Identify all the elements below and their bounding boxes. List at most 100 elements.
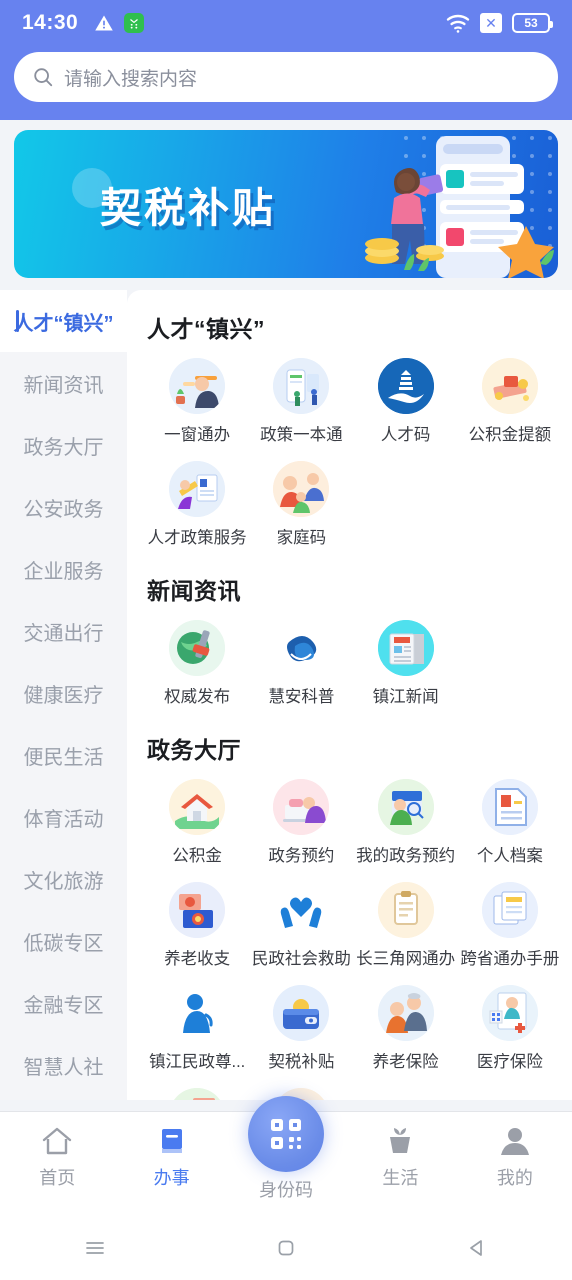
sidebar-item-7[interactable]: 便民生活 <box>0 724 127 786</box>
green-app-icon <box>124 13 145 33</box>
sidebar-item-12[interactable]: 智慧人社 <box>0 1034 127 1096</box>
service-item-label: 一窗通办 <box>164 426 231 444</box>
gov-appointment-icon <box>273 779 330 835</box>
sidebar-item-label: 便民生活 <box>23 746 104 769</box>
service-item[interactable]: 长三角网通办 <box>354 874 458 973</box>
service-item-label: 养老收支 <box>164 950 231 968</box>
sidebar-item-2[interactable]: 政务大厅 <box>0 414 127 476</box>
service-item[interactable]: 政策一本通 <box>249 350 353 449</box>
back-triangle-icon[interactable] <box>381 1235 572 1261</box>
banner-illustration <box>365 136 554 278</box>
personal-file-icon <box>481 779 538 835</box>
service-item[interactable] <box>249 1080 353 1100</box>
service-item-label: 镇江新闻 <box>372 688 439 706</box>
policy-book-icon <box>273 358 330 414</box>
sidebar-item-label: 金融专区 <box>23 994 104 1017</box>
sidebar-item-5[interactable]: 交通出行 <box>0 600 127 662</box>
sidebar-item-label: 政务大厅 <box>23 436 104 459</box>
search-icon <box>34 68 53 87</box>
person-icon <box>498 1124 532 1158</box>
wifi-icon <box>446 14 470 33</box>
sidebar-item-8[interactable]: 体育活动 <box>0 786 127 848</box>
banner-section: 契税补贴 <box>0 120 572 290</box>
tab-4[interactable]: 我的 <box>458 1124 572 1190</box>
sidebar-item-4[interactable]: 企业服务 <box>0 538 127 600</box>
service-item[interactable]: 权威发布 <box>145 612 249 711</box>
sidebar-item-1[interactable]: 新闻资讯 <box>0 352 127 414</box>
service-item[interactable]: 人才码 <box>354 350 458 449</box>
tab-3[interactable]: 生活 <box>343 1124 457 1190</box>
service-item[interactable]: 民政社会救助 <box>249 874 353 973</box>
app-root: 14:30 ✕ 53 请输入搜索内容 契税补贴 人才“镇兴” 新闻资讯 政务大厅… <box>0 0 572 1280</box>
service-item[interactable]: 个人档案 <box>458 771 562 870</box>
promo-banner[interactable]: 契税补贴 <box>14 130 558 278</box>
service-item-label: 公积金 <box>172 847 222 865</box>
recents-icon[interactable] <box>0 1235 191 1261</box>
category-sidebar[interactable]: 人才“镇兴” 新闻资讯政务大厅公安政务企业服务交通出行健康医疗便民生活体育活动文化… <box>0 290 127 1100</box>
service-window-icon <box>169 358 226 414</box>
service-item[interactable]: 我的政务预约 <box>354 771 458 870</box>
sidebar-item-11[interactable]: 金融专区 <box>0 972 127 1034</box>
tab-2[interactable]: 身份码 <box>229 1096 343 1202</box>
pension-income-icon <box>169 882 226 938</box>
service-item[interactable]: 养老保险 <box>354 977 458 1076</box>
sidebar-item-10[interactable]: 低碳专区 <box>0 910 127 972</box>
service-item-label: 民政社会救助 <box>251 950 351 968</box>
service-item[interactable]: 慧安科普 <box>249 612 353 711</box>
service-item[interactable]: 跨省通办手册 <box>458 874 562 973</box>
status-bar: 14:30 ✕ 53 <box>0 0 572 46</box>
service-item-label: 契税补贴 <box>268 1053 335 1071</box>
pension-insurance-icon <box>377 985 434 1041</box>
sidebar-item-label: 文化旅游 <box>23 870 104 893</box>
sidebar-item-label: 智慧人社 <box>23 1056 104 1079</box>
service-item[interactable]: 公积金提额 <box>458 350 562 449</box>
tab-label: 首页 <box>39 1168 76 1188</box>
cross-province-icon <box>481 882 538 938</box>
section-title: 人才“镇兴” <box>147 316 265 342</box>
service-item[interactable]: 镇江民政尊... <box>145 977 249 1076</box>
service-item[interactable]: 医疗保险 <box>458 977 562 1076</box>
sidebar-item-label: 人才“镇兴” <box>13 312 114 335</box>
search-placeholder: 请输入搜索内容 <box>64 68 198 90</box>
sidebar-item-3[interactable]: 公安政务 <box>0 476 127 538</box>
sidebar-item-label: 健康医疗 <box>23 684 104 707</box>
talent-code-icon <box>377 358 434 414</box>
service-item-label: 慧安科普 <box>268 688 335 706</box>
sidebar-item-9[interactable]: 文化旅游 <box>0 848 127 910</box>
banner-title: 契税补贴 <box>100 185 276 231</box>
sidebar-item-label: 新闻资讯 <box>23 374 104 397</box>
tab-label: 生活 <box>382 1168 419 1188</box>
android-navigation-bar <box>0 1216 572 1280</box>
service-item[interactable]: 一窗通办 <box>145 350 249 449</box>
service-item-label: 公积金提额 <box>468 426 552 444</box>
service-item-label: 政务预约 <box>268 847 335 865</box>
no-sim-icon: ✕ <box>480 13 502 33</box>
service-item[interactable]: 人才政策服务 <box>145 453 249 552</box>
service-panel: 人才“镇兴” 一窗通办 政策一本通 人才码 公积金提额 人才政策服务 家庭码 新闻资讯 权威发布… <box>127 290 572 1100</box>
service-item[interactable]: 镇江新闻 <box>354 612 458 711</box>
qr-code-icon[interactable] <box>248 1096 325 1172</box>
service-item[interactable]: 家庭码 <box>249 453 353 552</box>
tab-0[interactable]: 首页 <box>0 1124 114 1190</box>
service-item-label: 养老保险 <box>372 1053 439 1071</box>
tab-1[interactable]: 办事 <box>114 1124 228 1190</box>
section-title: 政务大厅 <box>147 737 241 763</box>
sidebar-item-6[interactable]: 健康医疗 <box>0 662 127 724</box>
service-item[interactable]: 养老收支 <box>145 874 249 973</box>
service-item[interactable] <box>145 1080 249 1100</box>
sidebar-item-label: 体育活动 <box>23 808 104 831</box>
sidebar-item-label: 企业服务 <box>23 560 104 583</box>
home-square-icon[interactable] <box>191 1235 382 1261</box>
partial-row-icon-a <box>169 1088 226 1100</box>
sidebar-item-0[interactable]: 人才“镇兴” <box>0 290 127 352</box>
service-item[interactable]: 政务预约 <box>249 771 353 870</box>
search-input[interactable]: 请输入搜索内容 <box>14 52 558 102</box>
battery-level: 53 <box>524 16 538 30</box>
service-item[interactable]: 公积金 <box>145 771 249 870</box>
book-icon <box>155 1124 189 1158</box>
content-area: 人才“镇兴” 新闻资讯 政务大厅 公安政务 企业服务 交通出行 健康医疗 便民生活 体育活动 文化… <box>0 290 572 1100</box>
service-grid: 公积金 政务预约 我的政务预约 个人档案养老收支 民政社会救助 长三角网通办 跨省通办手册镇… <box>145 771 562 1100</box>
service-item[interactable]: 契税补贴 <box>249 977 353 1076</box>
search-header: 请输入搜索内容 <box>0 46 572 120</box>
zhenjiang-news-icon <box>377 620 434 676</box>
